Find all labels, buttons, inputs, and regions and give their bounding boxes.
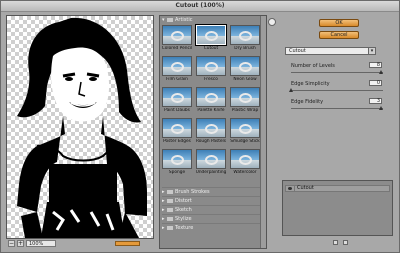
param-label: Number of Levels	[291, 63, 335, 69]
slider-knob[interactable]	[289, 88, 293, 92]
preview-image	[17, 17, 147, 238]
zoom-in-button[interactable]: +	[17, 240, 24, 247]
param-value-input[interactable]: 0	[369, 80, 382, 86]
slider-knob[interactable]	[379, 70, 383, 74]
effect-layers-panel: Cutout	[282, 180, 393, 236]
folder-icon	[167, 199, 173, 203]
category-distort[interactable]: ▸ Distort	[162, 196, 260, 205]
filter-settings: Cutout ▾ Number of Levels 8 Edge Simplic…	[285, 47, 393, 177]
param-value-input[interactable]: 3	[369, 98, 382, 104]
folder-icon	[167, 217, 173, 221]
filter-thumb[interactable]: Plastic Wrap	[230, 87, 260, 114]
zoom-bar: − + 100%	[6, 239, 153, 249]
slider-knob[interactable]	[379, 106, 383, 110]
ok-button[interactable]: OK	[319, 19, 359, 27]
category-texture[interactable]: ▸ Texture	[162, 223, 260, 232]
cancel-button[interactable]: Cancel	[319, 31, 359, 39]
folder-icon	[167, 226, 173, 230]
effect-layer[interactable]: Cutout	[285, 185, 390, 192]
filter-thumb[interactable]: Colored Pencil	[162, 25, 192, 52]
folder-icon	[167, 208, 173, 212]
filter-thumb[interactable]: Fresco	[196, 56, 226, 83]
category-sketch[interactable]: ▸ Sketch	[162, 205, 260, 214]
zoom-select[interactable]: 100%	[26, 240, 56, 247]
zoom-out-button[interactable]: −	[8, 240, 15, 247]
category-artistic[interactable]: ▾ Artistic	[162, 17, 260, 24]
new-effect-layer-icon[interactable]	[333, 240, 338, 245]
filter-thumb[interactable]: Palette Knife	[196, 87, 226, 114]
filter-thumb[interactable]: Dry Brush	[230, 25, 260, 52]
collapse-gallery-icon[interactable]	[268, 18, 276, 26]
param-value-input[interactable]: 8	[369, 62, 382, 68]
folder-icon	[167, 18, 173, 22]
title-bar: Cutout (100%)	[1, 1, 399, 12]
eye-icon[interactable]	[286, 186, 295, 191]
category-label: Artistic	[175, 17, 193, 23]
filter-thumb[interactable]: Rough Pastels	[196, 118, 226, 145]
filter-thumb[interactable]: Sponge	[162, 149, 192, 176]
filter-thumb[interactable]: Paint Daubs	[162, 87, 192, 114]
filter-thumb-selected[interactable]: Cutout	[195, 24, 227, 52]
filter-thumb[interactable]: Smudge Stick	[230, 118, 260, 145]
filter-thumb[interactable]: Underpainting	[196, 149, 226, 176]
param-label: Edge Fidelity	[291, 99, 324, 105]
filter-thumb[interactable]: Poster Edges	[162, 118, 192, 145]
filter-gallery: ▾ Artistic Colored Pencil Cutout Dry Brus…	[159, 15, 267, 249]
collapsed-categories: ▸ Brush Strokes ▸ Distort ▸ Sketch ▸ Stylize…	[160, 187, 266, 232]
category-stylize[interactable]: ▸ Stylize	[162, 214, 260, 223]
preview-scroll-indicator[interactable]	[115, 241, 140, 246]
param-slider[interactable]	[291, 70, 383, 74]
folder-icon	[167, 190, 173, 194]
chevron-down-icon[interactable]: ▾	[368, 47, 376, 55]
filter-thumb[interactable]: Film Grain	[162, 56, 192, 83]
filter-gallery-window: Cutout (100%) − + 100% ▾ Artistic Colore…	[0, 0, 400, 253]
delete-effect-layer-icon[interactable]	[343, 240, 348, 245]
gallery-scrollbar[interactable]	[260, 16, 266, 248]
category-brush-strokes[interactable]: ▸ Brush Strokes	[162, 187, 260, 196]
param-slider[interactable]	[291, 106, 383, 110]
filter-thumb[interactable]: Neon Glow	[230, 56, 260, 83]
window-title: Cutout (100%)	[175, 2, 225, 9]
filter-select[interactable]: Cutout ▾	[285, 47, 376, 55]
image-preview[interactable]	[6, 15, 154, 239]
param-slider[interactable]	[289, 88, 383, 92]
param-label: Edge Simplicity	[291, 81, 330, 87]
filter-thumb[interactable]: Watercolor	[230, 149, 260, 176]
